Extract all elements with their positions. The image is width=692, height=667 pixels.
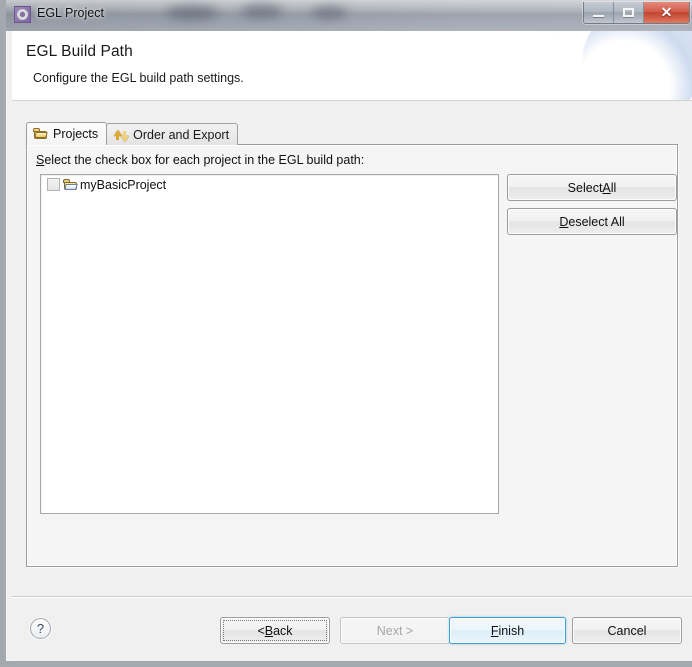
glass-ghost-1 bbox=[166, 5, 218, 20]
page-title: EGL Build Path bbox=[26, 43, 133, 60]
glass-ghost-3 bbox=[311, 6, 347, 19]
close-icon: ✕ bbox=[660, 4, 673, 20]
list-item[interactable]: myBasicProject bbox=[41, 175, 498, 194]
finish-label-after: inish bbox=[498, 623, 525, 638]
project-folder-icon bbox=[63, 178, 79, 192]
order-export-icon bbox=[113, 128, 130, 142]
footer-separator bbox=[12, 596, 692, 598]
maximize-icon bbox=[623, 8, 634, 17]
window-title: EGL Project bbox=[37, 6, 104, 20]
maximize-button[interactable] bbox=[614, 2, 644, 23]
title-bar[interactable]: EGL Project ✕ bbox=[6, 0, 692, 31]
wizard-banner: EGL Build Path Configure the EGL build p… bbox=[12, 31, 692, 101]
banner-decoration-2 bbox=[582, 31, 692, 100]
project-checkbox[interactable] bbox=[47, 178, 60, 191]
projects-tab-panel: Select the check box for each project in… bbox=[26, 144, 678, 567]
back-button[interactable]: < Back bbox=[220, 617, 330, 644]
tab-projects-label: Projects bbox=[53, 127, 99, 141]
folder-icon bbox=[33, 127, 49, 141]
projects-list-label: Select the check box for each project in… bbox=[36, 153, 364, 167]
projects-listbox[interactable]: myBasicProject bbox=[40, 174, 499, 514]
deselect-all-label-after: eselect All bbox=[568, 214, 625, 229]
deselect-all-mnemonic: D bbox=[559, 214, 569, 229]
minimize-icon bbox=[593, 15, 604, 17]
page-subtitle: Configure the EGL build path settings. bbox=[33, 71, 244, 85]
projects-list-label-rest: elect the check box for each project in … bbox=[44, 153, 365, 167]
window-controls: ✕ bbox=[583, 2, 690, 24]
next-button[interactable]: Next > bbox=[340, 617, 450, 644]
dialog-window: EGL Project ✕ EGL Build Path Configure t… bbox=[0, 0, 692, 667]
finish-mnemonic: F bbox=[490, 623, 499, 638]
cancel-button[interactable]: Cancel bbox=[572, 617, 682, 644]
finish-button[interactable]: Finish bbox=[449, 617, 566, 644]
select-all-label-after: ll bbox=[610, 180, 617, 195]
deselect-all-button[interactable]: Deselect All bbox=[507, 208, 677, 235]
list-item-label: myBasicProject bbox=[80, 177, 167, 192]
select-all-label-before: Select bbox=[567, 180, 603, 195]
next-label: Next > bbox=[376, 623, 414, 638]
close-button[interactable]: ✕ bbox=[644, 2, 689, 23]
tab-order-and-export-label: Order and Export bbox=[133, 127, 230, 142]
screenshot-root: EGL Project ✕ EGL Build Path Configure t… bbox=[0, 0, 692, 667]
tab-projects[interactable]: Projects bbox=[26, 122, 108, 145]
dialog-client-area: EGL Build Path Configure the EGL build p… bbox=[12, 31, 692, 661]
select-all-mnemonic: A bbox=[602, 180, 611, 195]
gear-icon bbox=[17, 9, 28, 20]
minimize-button[interactable] bbox=[584, 2, 614, 23]
help-icon[interactable]: ? bbox=[30, 618, 51, 639]
cancel-label: Cancel bbox=[607, 623, 647, 638]
glass-ghost-2 bbox=[241, 4, 283, 18]
egl-project-icon bbox=[14, 6, 31, 23]
focus-ring bbox=[223, 620, 327, 641]
tab-order-and-export[interactable]: Order and Export bbox=[106, 123, 239, 145]
tab-strip: Projects Order and Export bbox=[26, 122, 239, 145]
select-all-button[interactable]: Select All bbox=[507, 174, 677, 201]
